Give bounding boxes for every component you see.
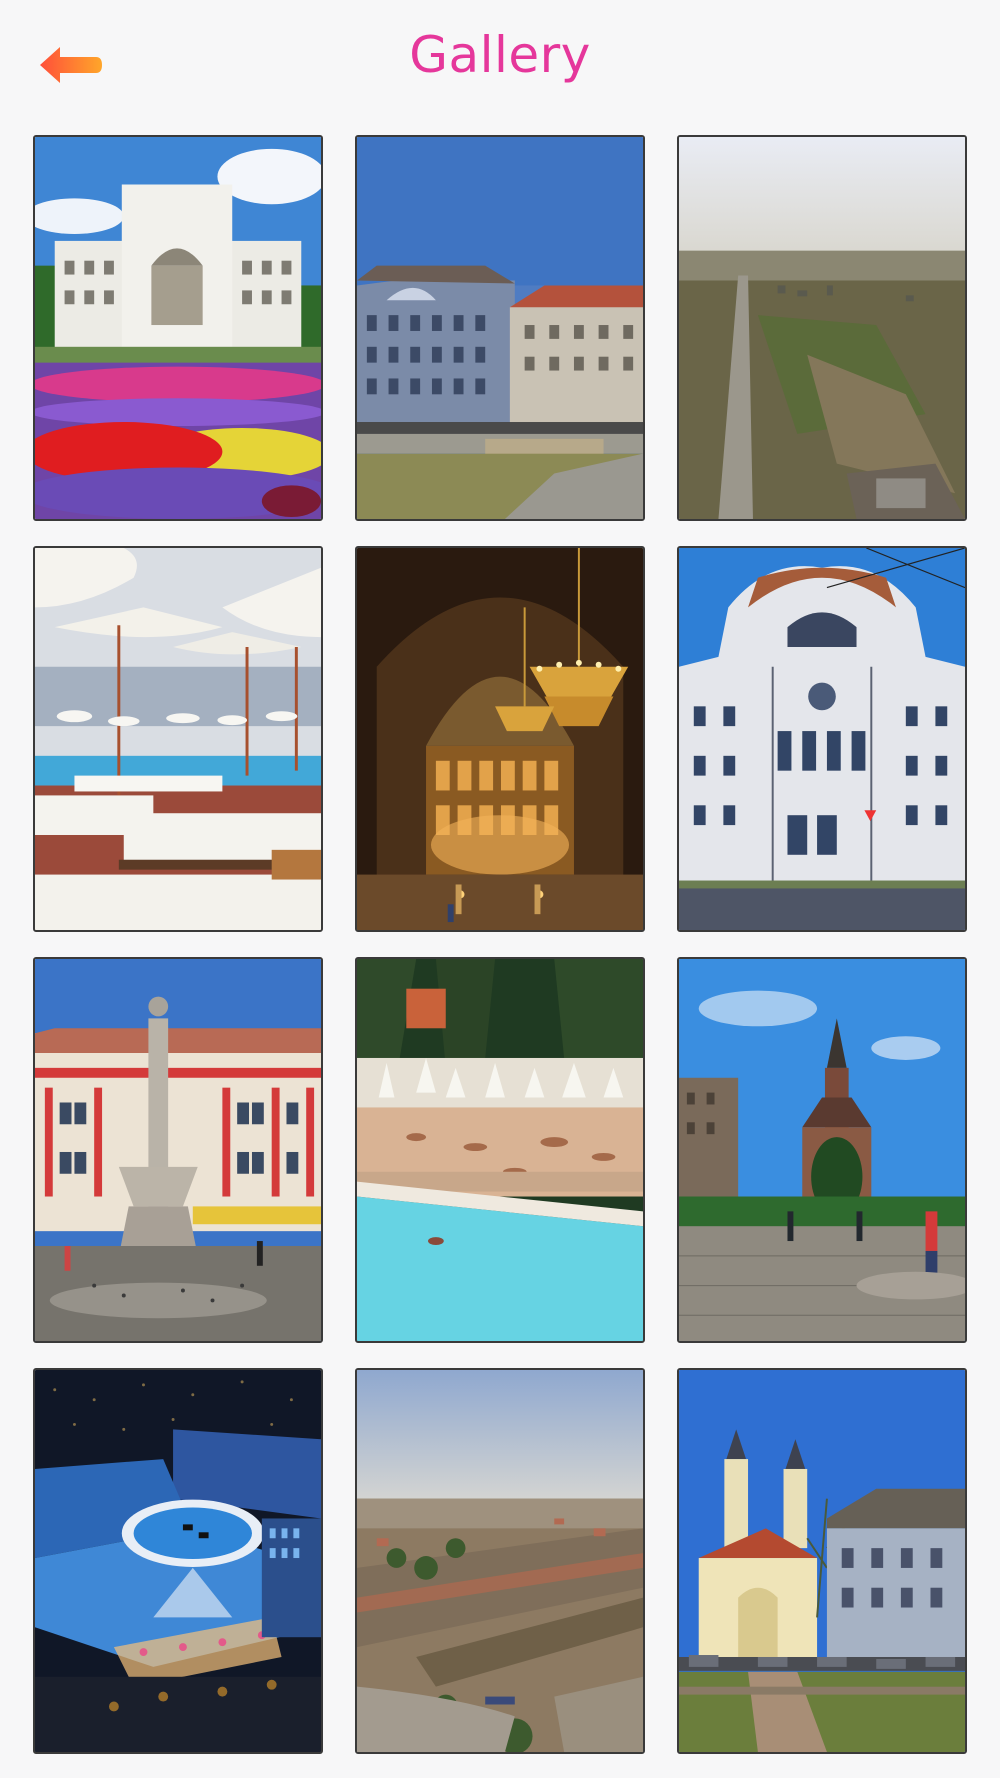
photo-art-nouveau-palace[interactable] xyxy=(677,546,967,932)
gallery-screen: Gallery xyxy=(0,0,1000,1778)
photo-thermal-pool[interactable] xyxy=(355,957,645,1343)
photo-orthodox-cathedral[interactable] xyxy=(677,957,967,1343)
photo-statue-square[interactable] xyxy=(33,957,323,1343)
photo-opera-house[interactable] xyxy=(33,135,323,521)
photo-blue-palace[interactable] xyxy=(355,135,645,521)
page-title: Gallery xyxy=(409,26,591,84)
photo-aerial-railway[interactable] xyxy=(355,1368,645,1754)
header-bar: Gallery xyxy=(0,0,1000,130)
photo-mall-night[interactable] xyxy=(33,1368,323,1754)
photo-pool-umbrellas[interactable] xyxy=(33,546,323,932)
photo-twin-tower-church[interactable] xyxy=(677,1368,967,1754)
photo-cathedral-interior[interactable] xyxy=(355,546,645,932)
photo-aerial-outskirts[interactable] xyxy=(677,135,967,521)
photo-grid xyxy=(33,135,968,1754)
